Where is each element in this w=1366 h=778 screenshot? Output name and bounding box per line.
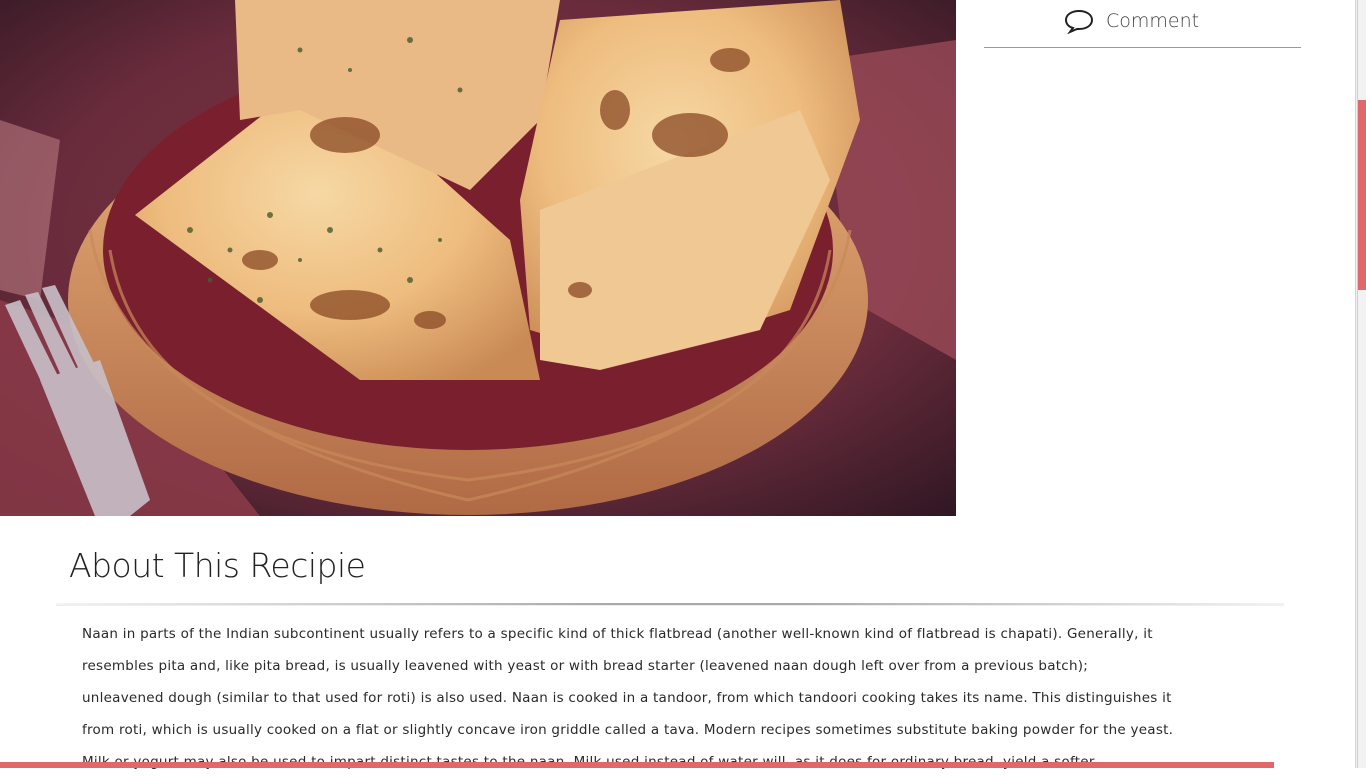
scrollbar-thumb[interactable] xyxy=(1358,100,1366,290)
comment-button[interactable]: Comment xyxy=(1064,6,1199,36)
bottom-accent-bar xyxy=(0,762,1274,768)
comment-label: Comment xyxy=(1106,10,1200,32)
recipe-description: Naan in parts of the Indian subcontinent… xyxy=(82,626,1174,770)
section-divider-shadow xyxy=(56,605,1284,606)
speech-bubble-icon xyxy=(1064,8,1094,35)
hero-illustration xyxy=(0,0,956,516)
naan-bread-basket-photo xyxy=(0,0,956,516)
section-heading: About This Recipie xyxy=(69,546,366,585)
comment-divider xyxy=(984,47,1301,48)
